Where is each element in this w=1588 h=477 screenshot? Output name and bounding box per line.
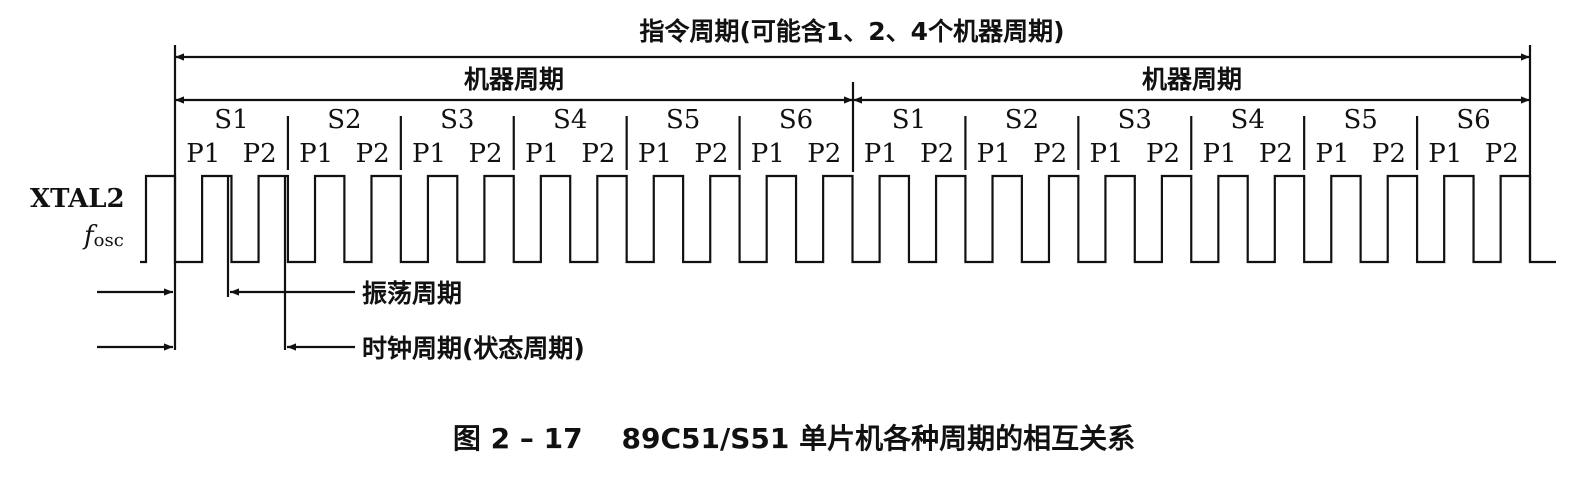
phase-p1-label: P1 [299, 139, 333, 169]
phase-p1-label: P1 [638, 139, 672, 169]
phase-p1-label: P1 [1315, 139, 1349, 169]
phase-p2-label: P2 [1485, 139, 1519, 169]
phase-p1-label: P1 [412, 139, 446, 169]
state-label: S6 [779, 105, 813, 135]
phase-p2-label: P2 [1372, 139, 1406, 169]
xtal2-waveform [140, 174, 1556, 264]
phase-p2-label: P2 [1033, 139, 1067, 169]
state-label: S3 [1118, 105, 1152, 135]
state-label: S4 [553, 105, 587, 135]
state-label: S4 [1231, 105, 1265, 135]
phase-p2-label: P2 [807, 139, 841, 169]
state-label: S3 [440, 105, 474, 135]
phase-p2-label: P2 [920, 139, 954, 169]
state-label: S1 [214, 105, 248, 135]
state-label: S2 [1005, 105, 1039, 135]
phase-p1-label: P1 [186, 139, 220, 169]
phase-p1-label: P1 [977, 139, 1011, 169]
signal-freq-symbol: fosc [82, 221, 124, 251]
clock-period-label: 时钟周期(状态周期) [362, 334, 585, 363]
phase-p1-label: P1 [1090, 139, 1124, 169]
osc-period-label: 振荡周期 [362, 279, 462, 308]
signal-name: XTAL2 [30, 184, 125, 214]
phase-p1-label: P1 [525, 139, 559, 169]
phase-p2-label: P2 [468, 139, 502, 169]
instruction-cycle-label: 指令周期(可能含1、2、4个机器周期) [639, 17, 1064, 46]
machine-cycle-2-label: 机器周期 [1142, 65, 1242, 94]
state-label: S2 [327, 105, 361, 135]
state-label: S5 [1343, 105, 1377, 135]
phase-p2-label: P2 [356, 139, 390, 169]
state-label: S6 [1456, 105, 1490, 135]
phase-p1-label: P1 [751, 139, 785, 169]
timing-diagram: 指令周期(可能含1、2、4个机器周期) 机器周期 机器周期 S1 P1 P2 S2 P1… [30, 17, 1556, 455]
phase-p2-label: P2 [694, 139, 728, 169]
phase-p1-label: P1 [1202, 139, 1236, 169]
phase-p2-label: P2 [1146, 139, 1180, 169]
phase-p1-label: P1 [864, 139, 898, 169]
phase-p2-label: P2 [243, 139, 277, 169]
state-label: S5 [666, 105, 700, 135]
figure-caption: 图 2 – 17 89C51/S51 单片机各种周期的相互关系 [453, 422, 1135, 455]
machine-cycle-1-label: 机器周期 [464, 65, 564, 94]
phase-p1-label: P1 [1428, 139, 1462, 169]
phase-p2-label: P2 [1259, 139, 1293, 169]
phase-p2-label: P2 [581, 139, 615, 169]
state-label: S1 [892, 105, 926, 135]
